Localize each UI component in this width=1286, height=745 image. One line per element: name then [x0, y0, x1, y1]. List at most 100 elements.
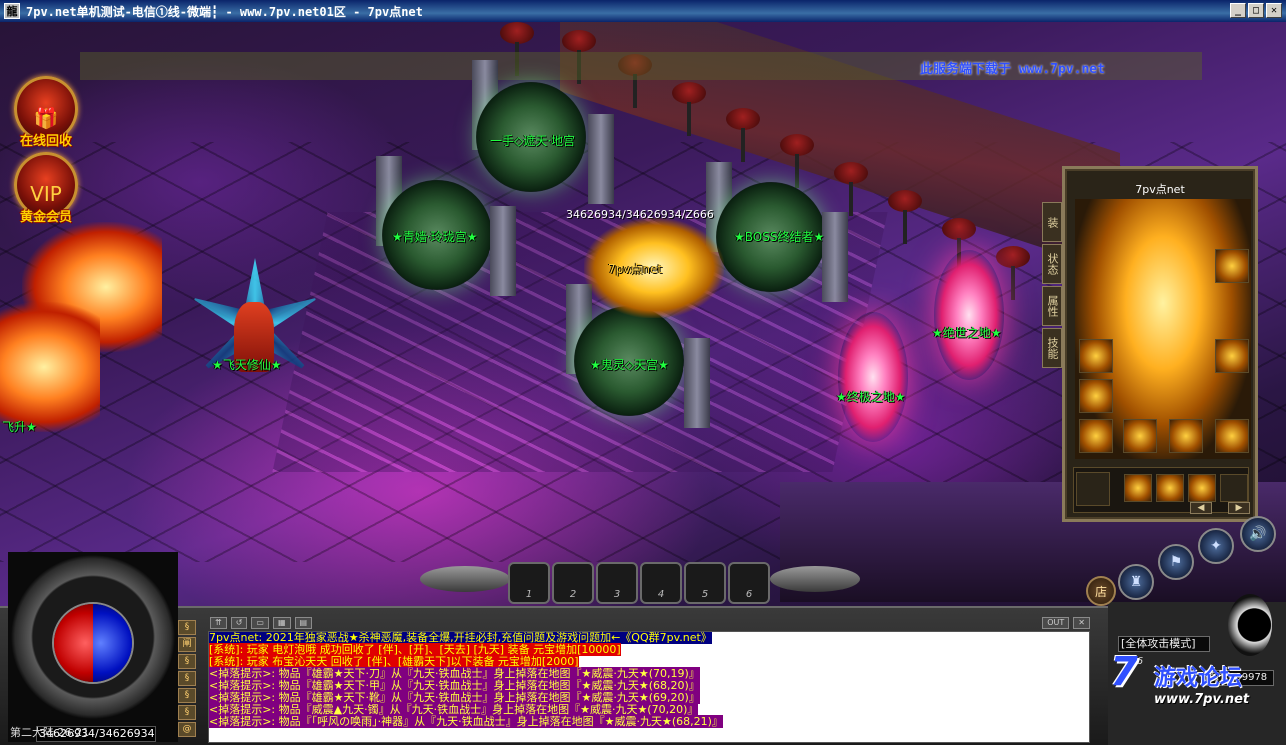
chat-out-button[interactable]: OUT [1042, 617, 1070, 629]
hp-mp-orb [52, 602, 134, 684]
bar-stool [672, 82, 706, 136]
bar-stool [780, 134, 814, 188]
shop-button[interactable]: 店 [1086, 576, 1116, 606]
chat-reset-button[interactable]: ↺ [230, 617, 248, 629]
equip-slot[interactable] [1169, 419, 1203, 453]
bottom-hud: 1 2 3 4 5 6 34626934/34626934 § 阐 § § § … [0, 516, 1286, 745]
hotbar-slot[interactable]: 3 [596, 562, 638, 604]
hp-orb [54, 604, 93, 682]
portal-pillar [822, 212, 848, 302]
minimize-button[interactable]: _ [1230, 3, 1246, 18]
portal-label: ★绝世之地★ [932, 326, 1002, 340]
next-arrow-button[interactable]: ▶ [1228, 502, 1250, 514]
equip-slot[interactable] [1220, 474, 1248, 502]
window-titlebar[interactable]: 龍 7pv.net单机测试-电信①线-微端┇ - www.7pv.net01区 … [0, 0, 1286, 22]
watermark-url: www.7pv.net [1154, 692, 1250, 707]
equip-slot[interactable] [1079, 339, 1113, 373]
equip-slot[interactable] [1076, 472, 1110, 506]
chat-filter-button[interactable]: ▭ [251, 617, 269, 629]
portal-unique-land[interactable] [934, 250, 1004, 380]
vip-icon: VIP [30, 182, 62, 206]
hotbar: 1 2 3 4 5 6 [508, 562, 770, 608]
chat-tab[interactable]: @ [178, 722, 196, 737]
equip-slot[interactable] [1215, 339, 1249, 373]
tab-status[interactable]: 状态 [1042, 244, 1062, 284]
equip-slot[interactable] [1079, 379, 1113, 413]
app-icon: 龍 [4, 3, 20, 19]
guild-round-button[interactable]: ⚑ [1158, 544, 1194, 580]
portal-label: ★BOSS终结者★ [734, 230, 825, 244]
equipment-tabs: 装 状态 属性 技能 [1042, 202, 1064, 368]
game-viewport[interactable]: 此服务端下载于 www.7pv.net 🎁 在线回收 VIP 黄金会员 一手◇遮… [0, 22, 1286, 745]
chat-settings-button[interactable]: ▦ [272, 617, 291, 629]
character-wings [0, 302, 100, 432]
chat-lines: 7pv点net: 2021年独家恶战★杀神恶魔,装备全爆,开挂必封,充值问题及游… [209, 632, 1089, 728]
chat-tab[interactable]: § [178, 705, 196, 720]
chat-tab[interactable]: 阐 [178, 637, 196, 652]
equip-slot[interactable] [1188, 474, 1216, 502]
gift-icon: 🎁 [33, 106, 59, 130]
equipment-extra-slots [1073, 467, 1249, 513]
hotbar-ornament [420, 566, 510, 592]
equip-slot[interactable] [1215, 249, 1249, 283]
equip-slot[interactable] [1124, 474, 1152, 502]
portal-ultimate-land[interactable] [838, 312, 908, 442]
chat-tab[interactable]: § [178, 654, 196, 669]
day-night-indicator [1228, 594, 1272, 656]
chat-toolbar: ⇈ ↺ ▭ ▦ ▤ OUT ✕ [210, 616, 1090, 630]
bar-stool [834, 162, 868, 216]
prev-arrow-button[interactable]: ◀ [1190, 502, 1212, 514]
bar-stool [942, 218, 976, 272]
online-recycle-label: 在线回收 [19, 134, 72, 149]
hotbar-slot[interactable]: 5 [684, 562, 726, 604]
hotbar-slot[interactable]: 2 [552, 562, 594, 604]
vip-member-button[interactable]: VIP 黄金会员 [14, 152, 78, 225]
shop-label: 店 [1094, 584, 1107, 599]
character-label: ★飞天修仙★ [212, 358, 282, 372]
player-name[interactable]: 7pv点net [608, 260, 662, 277]
chat-tab[interactable]: § [178, 688, 196, 703]
chat-log[interactable]: 7pv点net: 2021年独家恶战★杀神恶魔,装备全爆,开挂必封,充值问题及游… [208, 631, 1090, 743]
hotbar-slot[interactable]: 1 [508, 562, 550, 604]
sound-button[interactable]: 🔊 [1240, 516, 1276, 552]
chat-side-tabs: § 阐 § § § § @ [178, 620, 200, 737]
close-button[interactable]: ✕ [1266, 3, 1282, 18]
portal-pillar [588, 114, 614, 204]
equip-slot[interactable] [1156, 474, 1184, 502]
chat-close-button[interactable]: ✕ [1073, 617, 1090, 629]
chat-tab[interactable]: § [178, 620, 196, 635]
equipment-title: 7pv点net [1135, 183, 1185, 196]
bar-stool [888, 190, 922, 244]
portal-label: 一手◇遮天·地宫 [490, 134, 576, 148]
equipment-panel: 7pv点net [1062, 166, 1258, 522]
hp-mp-orb-frame: 34626934/34626934 [8, 552, 178, 742]
mp-orb [93, 604, 132, 682]
online-recycle-button[interactable]: 🎁 在线回收 [14, 76, 78, 149]
equip-slot[interactable] [1123, 419, 1157, 453]
character-round-button[interactable]: ♜ [1118, 564, 1154, 600]
watermark-logo: 7 [1110, 649, 1138, 695]
skills-round-button[interactable]: ✦ [1198, 528, 1234, 564]
character-label: 飞升★ [2, 420, 37, 434]
portal-pillar [490, 206, 516, 296]
maximize-button[interactable]: □ [1248, 3, 1264, 18]
chat-tab[interactable]: § [178, 671, 196, 686]
bar-stool [562, 30, 596, 84]
chat-menu-button[interactable]: ▤ [294, 617, 313, 629]
window-controls: _ □ ✕ [1230, 3, 1282, 18]
portal-label: ★青嫱·玲珑宫★ [392, 230, 478, 244]
hotbar-slot[interactable]: 4 [640, 562, 682, 604]
download-banner[interactable]: 此服务端下载于 www.7pv.net [920, 58, 1105, 77]
tab-skills[interactable]: 技能 [1042, 328, 1062, 368]
tab-equipment[interactable]: 装 [1042, 202, 1062, 242]
portal-pillar [684, 338, 710, 428]
hotbar-slot[interactable]: 6 [728, 562, 770, 604]
tab-attributes[interactable]: 属性 [1042, 286, 1062, 326]
portal-label: ★鬼灵◇天宫★ [590, 358, 669, 372]
chat-scroll-up-button[interactable]: ⇈ [210, 617, 227, 629]
bar-stool [726, 108, 760, 162]
equip-slot[interactable] [1215, 419, 1249, 453]
site-watermark: 7 游戏论坛 www.7pv.net [1110, 652, 1286, 745]
window-title: 7pv.net单机测试-电信①线-微端┇ - www.7pv.net01区 - … [26, 4, 423, 19]
equip-slot[interactable] [1079, 419, 1113, 453]
